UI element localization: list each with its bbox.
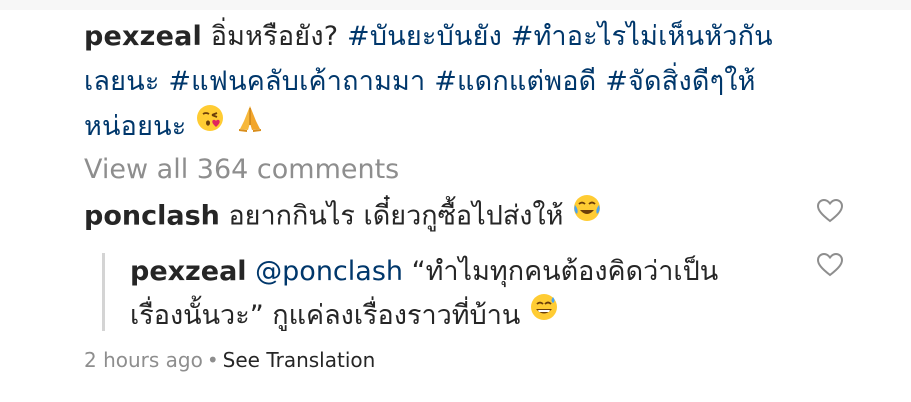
separator-dot: •: [206, 348, 219, 372]
folded-hands-icon: [234, 102, 266, 147]
hashtag[interactable]: #แดกแต่พอดี: [434, 66, 596, 97]
reply-thread-line: [102, 253, 105, 331]
post-meta: 2 hours ago • See Translation: [84, 346, 375, 374]
reply-like-heart-icon[interactable]: [816, 252, 844, 278]
caption-username[interactable]: pexzeal: [84, 21, 202, 52]
hashtag[interactable]: #จัดสิ่งดีๆให้: [605, 66, 755, 97]
reply-username[interactable]: pexzeal: [130, 256, 247, 287]
comment-username[interactable]: ponclash: [84, 201, 220, 232]
reply-text-line2: เรื่องนั้นวะ” กูแค่ลงเรื่องราวที่บ้าน: [130, 300, 521, 331]
hashtag[interactable]: #บันยะบันยัง: [347, 21, 502, 52]
grinning-face-with-sweat-icon: [529, 292, 559, 336]
comment-like-heart-icon[interactable]: [816, 198, 844, 224]
reply-mention[interactable]: @ponclash: [255, 256, 403, 287]
hashtag[interactable]: #แฟนคลับเค้าถามมา: [168, 66, 425, 97]
hashtag-continuation[interactable]: เลยนะ: [84, 66, 160, 97]
face-blowing-kiss-icon: [195, 102, 225, 147]
view-all-comments-link[interactable]: View all 364 comments: [84, 150, 399, 190]
reply-text-line1: “ทำไมทุกคนต้องคิดว่าเป็น: [411, 256, 719, 287]
caption-text: อิ่มหรือยัง?: [210, 21, 339, 52]
timestamp: 2 hours ago: [84, 348, 203, 372]
reply-comment: pexzeal @ponclash “ทำไมทุกคนต้องคิดว่าเป…: [130, 250, 800, 339]
comment-text: อยากกินไร เดี๋ยวกูซื้อไปส่งให้: [228, 200, 564, 232]
hashtag[interactable]: #ทำอะไรไม่เห็นหัวกัน: [511, 21, 773, 52]
post-caption: pexzeal อิ่มหรือยัง? #บันยะบันยัง #ทำอะไ…: [84, 14, 844, 150]
top-divider: [0, 0, 911, 10]
hashtag-continuation[interactable]: หน่อยนะ: [84, 111, 186, 142]
see-translation-link[interactable]: See Translation: [223, 348, 376, 372]
comment: ponclash อยากกินไร เดี๋ยวกูซื้อไปส่งให้: [84, 193, 804, 238]
face-with-tears-of-joy-icon: [572, 193, 602, 235]
